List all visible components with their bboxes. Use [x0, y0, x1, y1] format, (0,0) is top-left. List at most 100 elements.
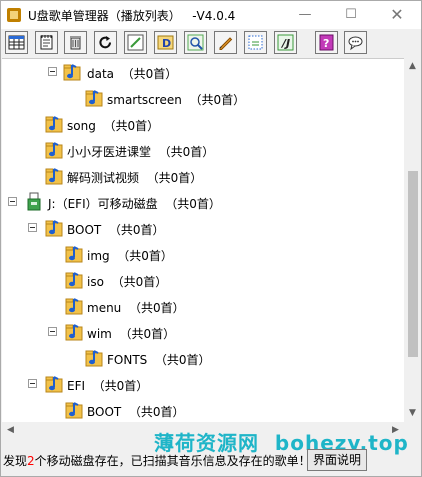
- tree-item-count: （共0首）: [189, 93, 246, 107]
- chat-button[interactable]: [344, 31, 367, 54]
- tree-row[interactable]: wim （共0首）: [2, 322, 404, 342]
- italic-button[interactable]: /J: [274, 31, 297, 54]
- scroll-down-arrow-icon[interactable]: ▼: [404, 405, 421, 422]
- title-bar[interactable]: U盘歌单管理器（播放列表） -V4.0.4 — ☐ ✕: [1, 1, 421, 29]
- status-drive-count: 2: [27, 454, 35, 468]
- music-folder-icon: [85, 90, 103, 107]
- tree-item-count: （共0首）: [119, 327, 176, 341]
- tree-row[interactable]: menu （共0首）: [2, 296, 404, 316]
- maximize-button[interactable]: ☐: [328, 1, 374, 29]
- window-title: U盘歌单管理器（播放列表） -V4.0.4: [28, 9, 236, 23]
- folder-tree[interactable]: data （共0首） smartscreen （共0首） song （共0首） …: [2, 58, 404, 423]
- tree-item-name: BOOT: [87, 405, 122, 419]
- collapse-toggle[interactable]: [28, 223, 37, 232]
- collapse-toggle[interactable]: [8, 197, 17, 206]
- music-folder-icon: [85, 350, 103, 367]
- tree-row[interactable]: img （共0首）: [2, 244, 404, 264]
- tree-item-count: （共0首）: [128, 301, 185, 315]
- chat-bubble-icon: [348, 36, 363, 51]
- app-window: U盘歌单管理器（播放列表） -V4.0.4 — ☐ ✕ D /J ? data …: [0, 0, 422, 477]
- dotted-selection-icon: [248, 35, 263, 50]
- delete-button[interactable]: [64, 31, 87, 54]
- scroll-left-arrow-icon[interactable]: ◀: [2, 422, 19, 439]
- scroll-up-arrow-icon[interactable]: ▲: [404, 58, 421, 75]
- music-folder-icon: [65, 298, 83, 315]
- app-icon: [7, 8, 21, 22]
- music-folder-icon: [65, 246, 83, 263]
- tree-item-name: EFI: [67, 379, 86, 393]
- tree-item-count: （共0首）: [128, 405, 185, 419]
- collapse-toggle[interactable]: [48, 67, 57, 76]
- svg-text:?: ?: [323, 37, 329, 50]
- music-folder-icon: [45, 168, 63, 185]
- collapse-toggle[interactable]: [48, 327, 57, 336]
- tree-row[interactable]: song （共0首）: [2, 114, 404, 134]
- tree-row[interactable]: FONTS （共0首）: [2, 348, 404, 368]
- help-icon: ?: [319, 34, 334, 51]
- tree-item-count: （共0首）: [146, 171, 203, 185]
- grid-table-icon: [8, 35, 25, 50]
- tree-row[interactable]: smartscreen （共0首）: [2, 88, 404, 108]
- tree-item-name: J:（EFI）可移动磁盘: [48, 197, 158, 211]
- tree-row[interactable]: data （共0首）: [2, 62, 404, 82]
- tree-row[interactable]: 解码测试视频 （共0首）: [2, 166, 404, 186]
- italic-j-icon: /J: [277, 34, 294, 51]
- status-bar: 发现2个移动磁盘存在，已扫描其音乐信息及存在的歌单！: [3, 452, 311, 469]
- tree-item-name: 小小牙医进课堂: [67, 145, 152, 159]
- tree-row[interactable]: 小小牙医进课堂 （共0首）: [2, 140, 404, 160]
- vertical-scrollbar[interactable]: ▲ ▼: [404, 58, 421, 422]
- grid-table-button[interactable]: [5, 31, 28, 54]
- tree-item-name: wim: [87, 327, 112, 341]
- tree-item-count: （共0首）: [154, 353, 211, 367]
- music-folder-icon: [65, 272, 83, 289]
- tree-item-name: smartscreen: [107, 93, 182, 107]
- tree-item-name: data: [87, 67, 115, 81]
- tree-item-name: song: [67, 119, 96, 133]
- tree-row-drive[interactable]: J:（EFI）可移动磁盘 （共0首）: [2, 192, 404, 212]
- tree-item-name: img: [87, 249, 110, 263]
- drive-button[interactable]: D: [154, 31, 177, 54]
- tree-item-name: FONTS: [107, 353, 148, 367]
- svg-text:/J: /J: [280, 37, 290, 50]
- music-folder-icon: [65, 324, 83, 341]
- tree-item-count: （共0首）: [121, 67, 178, 81]
- trash-icon: [70, 36, 81, 50]
- music-folder-icon: [45, 142, 63, 159]
- edit-button[interactable]: [124, 31, 147, 54]
- notepad-icon: [40, 35, 53, 50]
- close-button[interactable]: ✕: [374, 1, 420, 29]
- search-button[interactable]: [184, 31, 207, 54]
- refresh-icon: [99, 36, 111, 49]
- scroll-thumb[interactable]: [408, 171, 418, 357]
- tree-row[interactable]: BOOT （共0首）: [2, 218, 404, 238]
- collapse-toggle[interactable]: [28, 379, 37, 388]
- tree-row[interactable]: EFI （共0首）: [2, 374, 404, 394]
- music-folder-icon: [45, 220, 63, 237]
- svg-text:D: D: [162, 37, 171, 50]
- usb-drive-icon: [27, 192, 41, 211]
- select-button[interactable]: [244, 31, 267, 54]
- rename-button[interactable]: [214, 31, 237, 54]
- tree-item-count: （共0首）: [92, 379, 149, 393]
- drive-d-icon: D: [157, 35, 174, 50]
- tree-item-count: （共0首）: [165, 197, 221, 211]
- edit-pencil-icon: [127, 34, 144, 51]
- tree-item-count: （共0首）: [108, 223, 165, 237]
- status-message: 个移动磁盘存在，已扫描其音乐信息及存在的歌单！: [34, 454, 311, 468]
- tree-item-name: 解码测试视频: [67, 171, 140, 185]
- minimize-button[interactable]: —: [282, 1, 328, 29]
- refresh-button[interactable]: [94, 31, 117, 54]
- tree-item-name: BOOT: [67, 223, 102, 237]
- notepad-button[interactable]: [35, 31, 58, 54]
- tree-row[interactable]: iso （共0首）: [2, 270, 404, 290]
- interface-help-button[interactable]: 界面说明: [307, 449, 367, 471]
- tree-item-count: （共0首）: [103, 119, 160, 133]
- tree-row[interactable]: BOOT （共0首）: [2, 400, 404, 420]
- help-button[interactable]: ?: [315, 31, 338, 54]
- search-dots-icon: [187, 34, 204, 51]
- tree-item-name: menu: [87, 301, 122, 315]
- tree-item-count: （共0首）: [158, 145, 215, 159]
- toolbar: D /J ?: [1, 30, 421, 56]
- music-folder-icon: [63, 64, 81, 81]
- music-folder-icon: [65, 402, 83, 419]
